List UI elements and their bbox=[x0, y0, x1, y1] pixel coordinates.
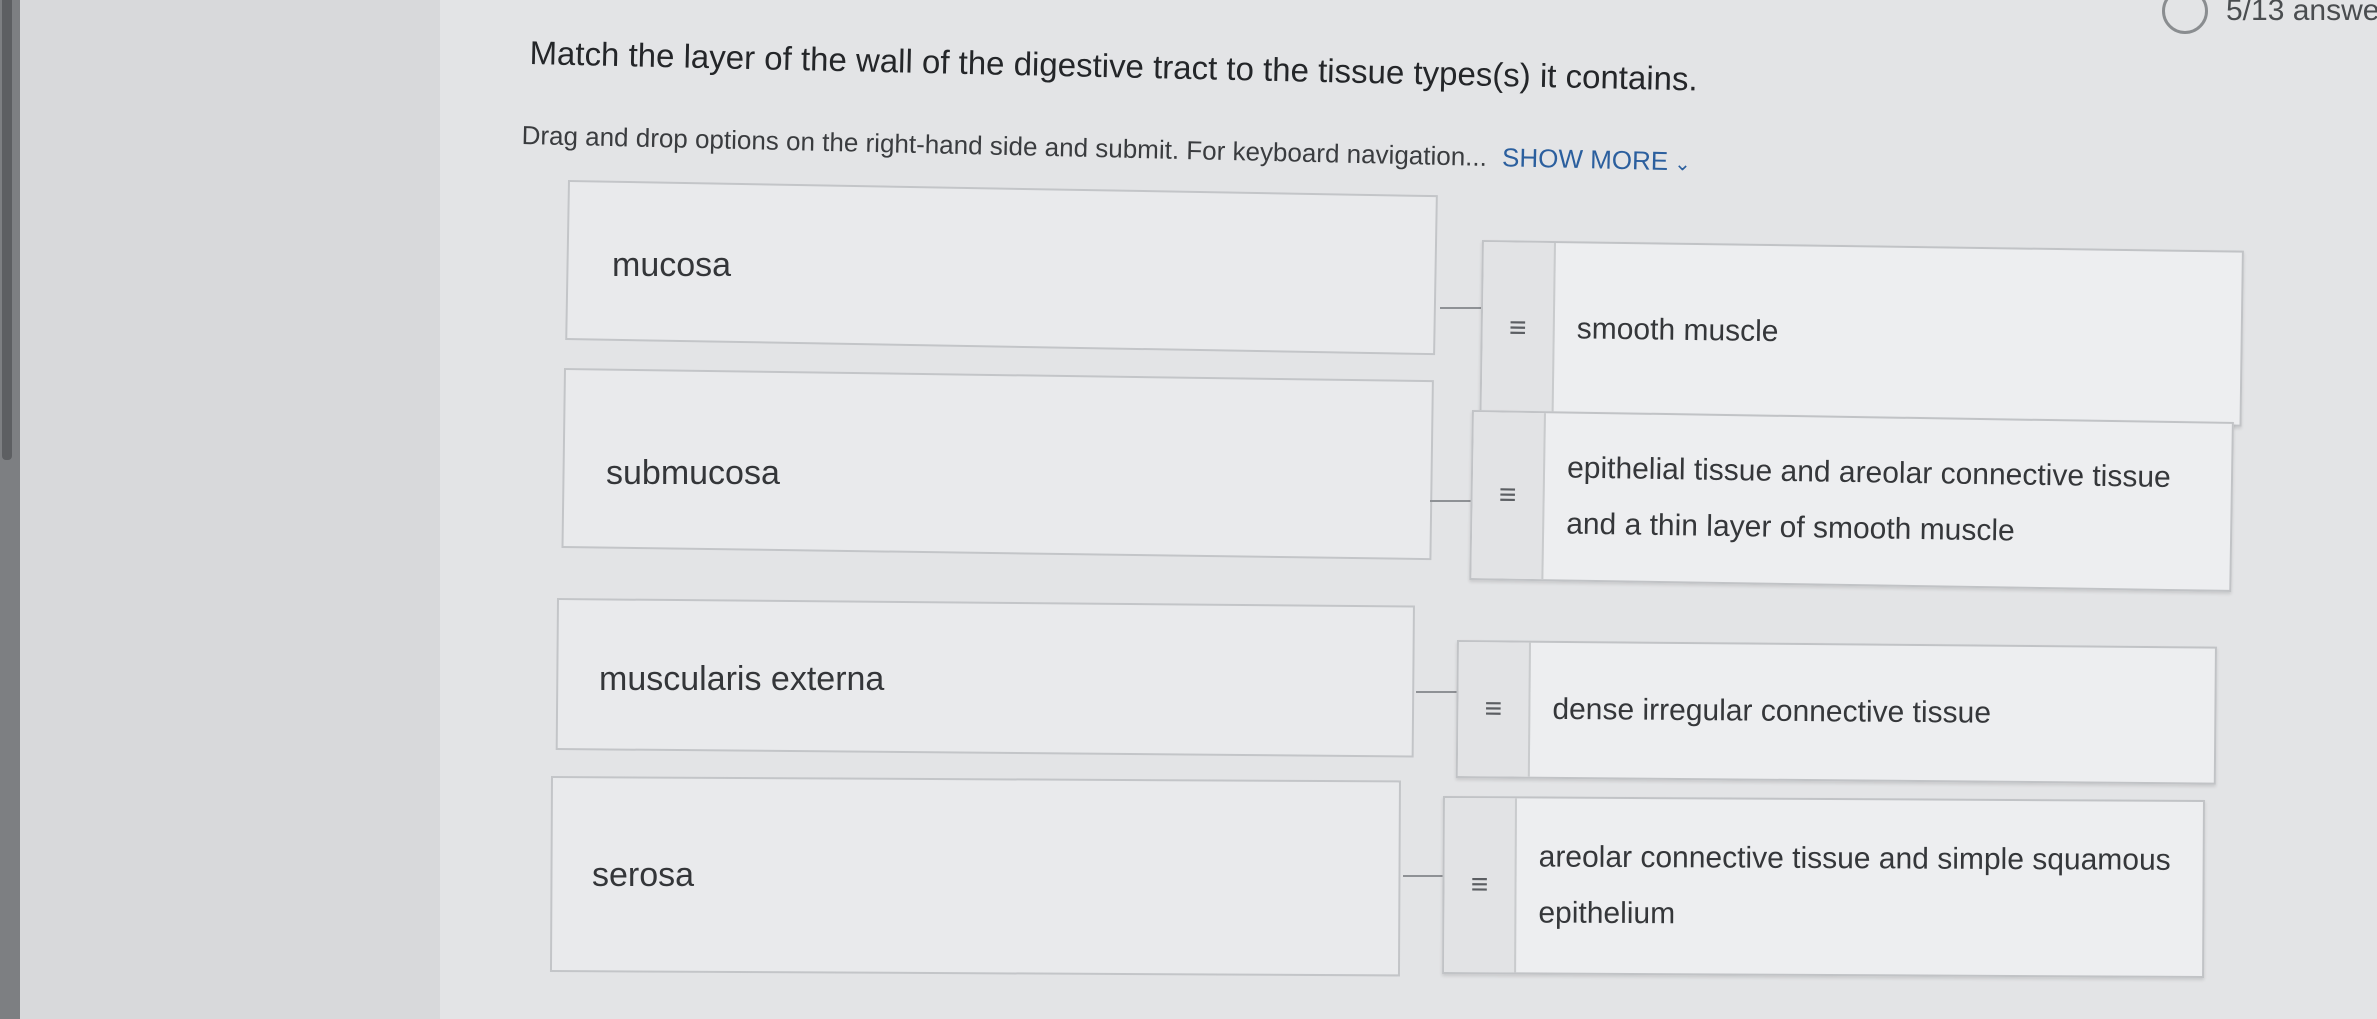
drag-handle-icon: ≡ bbox=[1498, 478, 1517, 512]
connector-line bbox=[1403, 875, 1443, 877]
left-panel bbox=[20, 0, 441, 1019]
target-label: muscularis externa bbox=[599, 660, 885, 698]
drag-handle-icon: ≡ bbox=[1484, 692, 1503, 726]
option-text: areolar connective tissue and simple squ… bbox=[1538, 840, 2171, 931]
target-label: serosa bbox=[592, 856, 695, 894]
option-card[interactable]: ≡ dense irregular connective tissue bbox=[1455, 640, 2217, 785]
progress-ring-icon bbox=[2162, 0, 2208, 34]
target-label: mucosa bbox=[612, 246, 732, 284]
drag-handle-icon: ≡ bbox=[1470, 868, 1489, 902]
drag-handle[interactable]: ≡ bbox=[1444, 798, 1517, 973]
chevron-down-icon: ⌄ bbox=[1673, 153, 1692, 176]
option-text: smooth muscle bbox=[1576, 312, 1779, 349]
progress-indicator: 5/13 answere bbox=[2162, 0, 2377, 34]
drag-handle[interactable]: ≡ bbox=[1471, 412, 1546, 580]
drag-handle[interactable]: ≡ bbox=[1457, 642, 1531, 777]
option-card[interactable]: ≡ smooth muscle bbox=[1479, 240, 2244, 427]
option-text: dense irregular connective tissue bbox=[1552, 692, 1992, 730]
scrollbar-thumb[interactable] bbox=[2, 0, 12, 460]
connector-line bbox=[1416, 691, 1458, 693]
connector-line bbox=[1430, 500, 1474, 502]
option-card[interactable]: ≡ areolar connective tissue and simple s… bbox=[1442, 796, 2205, 978]
drag-handle-icon: ≡ bbox=[1508, 311, 1527, 345]
show-more-button[interactable]: SHOW MORE ⌄ bbox=[1502, 142, 1692, 176]
option-card[interactable]: ≡ epithelial tissue and areolar connecti… bbox=[1469, 410, 2234, 592]
page-scrollbar[interactable] bbox=[0, 0, 20, 1019]
target-label: submucosa bbox=[606, 454, 780, 492]
show-more-label: SHOW MORE bbox=[1501, 142, 1669, 177]
progress-text: 5/13 answere bbox=[2226, 0, 2377, 27]
drag-handle[interactable]: ≡ bbox=[1481, 242, 1556, 416]
connector-line bbox=[1440, 307, 1482, 309]
option-text: epithelial tissue and areolar connective… bbox=[1565, 451, 2171, 548]
